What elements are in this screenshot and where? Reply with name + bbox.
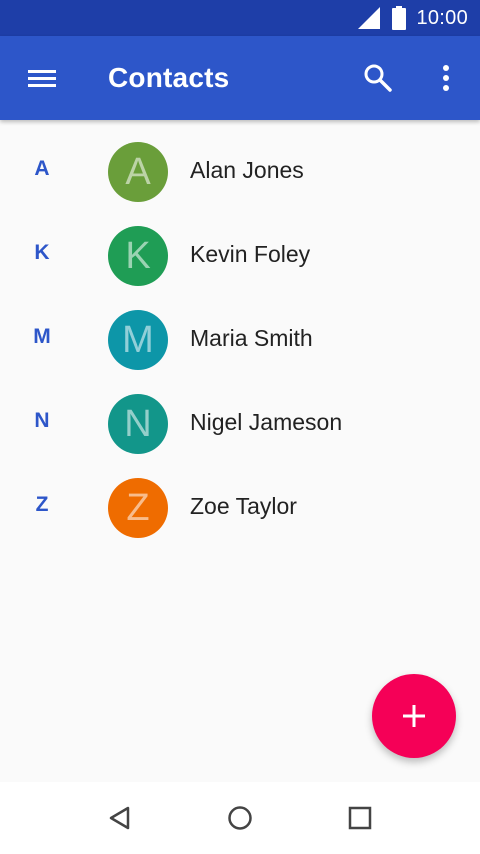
contact-name: Zoe Taylor — [190, 493, 297, 519]
section-letter: A — [34, 157, 50, 180]
contact-name: Nigel Jameson — [190, 409, 343, 435]
contact-name: Maria Smith — [190, 325, 313, 351]
add-icon — [403, 705, 425, 727]
avatar: Z — [108, 478, 168, 538]
avatar: A — [108, 142, 168, 202]
search-icon[interactable] — [362, 62, 394, 94]
contact-name: Kevin Foley — [190, 241, 311, 267]
app-bar: Contacts — [0, 36, 480, 120]
status-bar: 10:00 — [0, 0, 480, 36]
contact-row-nigel-jameson[interactable]: N N Nigel Jameson — [0, 382, 480, 466]
page-title: Contacts — [108, 62, 230, 93]
contact-row-kevin-foley[interactable]: K K Kevin Foley — [0, 214, 480, 298]
section-letter: M — [33, 325, 51, 348]
section-letter: K — [34, 241, 50, 264]
contact-row-maria-smith[interactable]: M M Maria Smith — [0, 298, 480, 382]
add-contact-button[interactable] — [372, 674, 456, 758]
avatar: K — [108, 226, 168, 286]
contact-row-zoe-taylor[interactable]: Z Z Zoe Taylor — [0, 466, 480, 550]
home-circle-icon[interactable] — [226, 804, 254, 832]
navigation-bar — [0, 782, 480, 854]
avatar: N — [108, 394, 168, 454]
contact-list: A A Alan Jones K K Kevin Foley M M Maria… — [0, 130, 480, 550]
battery-full-icon — [392, 6, 407, 30]
avatar: M — [108, 310, 168, 370]
recents-square-icon[interactable] — [346, 804, 374, 832]
back-triangle-icon[interactable] — [106, 804, 134, 832]
section-letter: N — [34, 409, 50, 432]
status-icons: 10:00 — [356, 0, 468, 36]
more-vert-icon[interactable] — [436, 62, 456, 94]
section-letter: Z — [35, 493, 49, 516]
contact-name: Alan Jones — [190, 157, 304, 183]
contact-row-alan-jones[interactable]: A A Alan Jones — [0, 130, 480, 214]
hamburger-menu-icon[interactable] — [26, 64, 58, 92]
status-time: 10:00 — [416, 6, 468, 29]
signal-full-icon — [356, 5, 382, 31]
